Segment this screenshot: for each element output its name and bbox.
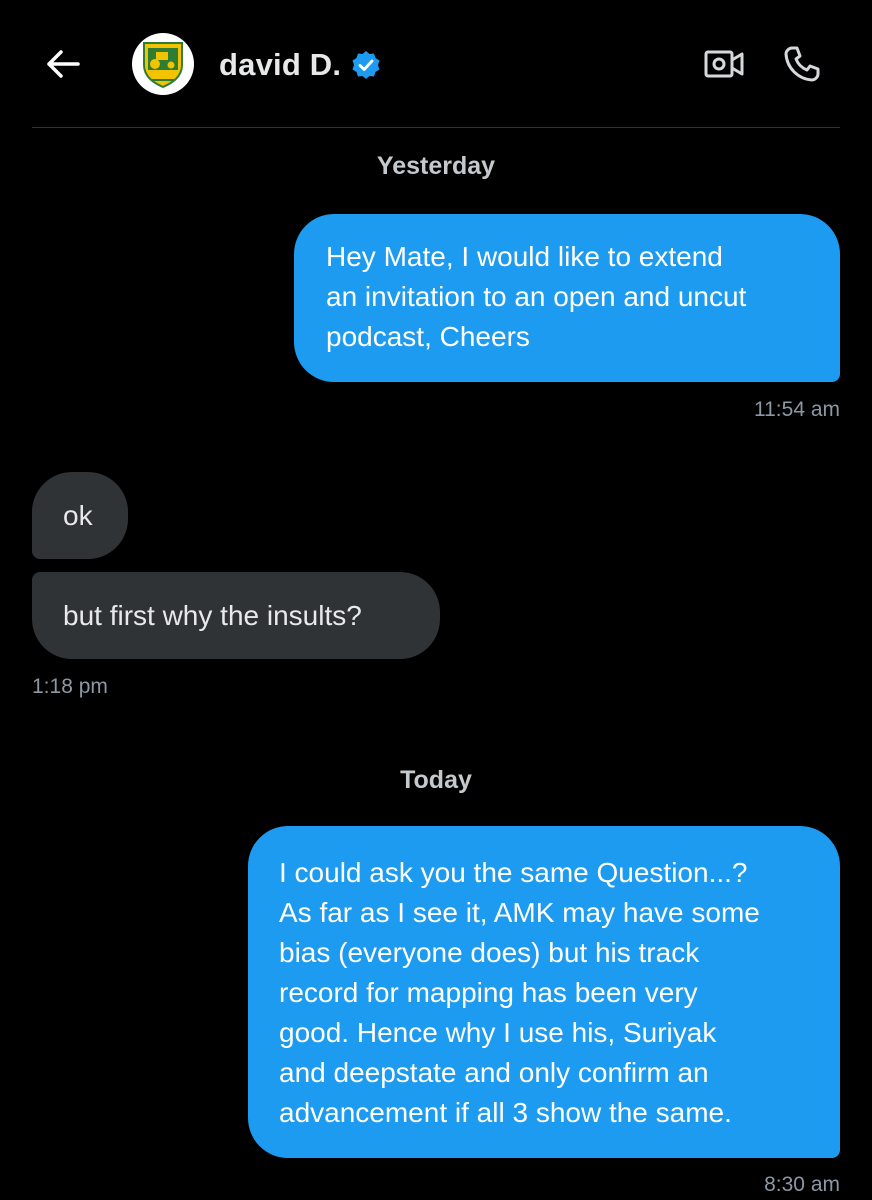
verified-badge-icon	[351, 50, 381, 80]
message-text-line: As far as I see it, AMK may have some	[279, 897, 760, 928]
message-text-line: and deepstate and only confirm an	[279, 1057, 709, 1088]
message-timestamp: 1:18 pm	[32, 675, 108, 698]
conversation-header: david D.	[0, 0, 872, 128]
message-bubble-incoming[interactable]: but first why the insults?	[32, 572, 440, 659]
message-text-line: podcast, Cheers	[326, 321, 530, 352]
date-separator-yesterday: Yesterday	[376, 152, 496, 180]
tractor-logo-icon	[143, 42, 183, 89]
voice-call-button[interactable]	[778, 40, 826, 88]
message-text-line: good. Hence why I use his, Suriyak	[279, 1017, 717, 1048]
message-timestamp: 11:54 am	[754, 398, 840, 421]
avatar[interactable]	[132, 33, 194, 95]
back-button[interactable]	[38, 40, 86, 88]
message-bubble-outgoing[interactable]: Hey Mate, I would like to extend an invi…	[294, 214, 840, 382]
message-text-line: I could ask you the same Question...?	[279, 857, 748, 888]
message-bubble-outgoing[interactable]: I could ask you the same Question...? As…	[248, 826, 840, 1158]
header-divider	[32, 127, 840, 128]
video-camera-icon	[704, 50, 744, 78]
message-bubble-incoming[interactable]: ok	[32, 472, 128, 559]
message-text-line: an invitation to an open and uncut	[326, 281, 747, 312]
message-text: but first why the insults?	[63, 600, 362, 631]
message-text-line: Hey Mate, I would like to extend	[326, 241, 723, 272]
message-text-line: bias (everyone does) but his track	[279, 937, 700, 968]
phone-icon	[784, 46, 820, 82]
message-timestamp: 8:30 am	[764, 1173, 840, 1196]
video-call-button[interactable]	[700, 40, 748, 88]
arrow-left-icon	[47, 50, 80, 78]
message-text-line: advancement if all 3 show the same.	[279, 1097, 732, 1128]
contact-name-row[interactable]: david D.	[219, 43, 381, 87]
message-text-line: record for mapping has been very	[279, 977, 698, 1008]
contact-name: david D.	[219, 47, 342, 82]
date-separator-today: Today	[400, 766, 472, 794]
message-text: ok	[63, 500, 93, 531]
